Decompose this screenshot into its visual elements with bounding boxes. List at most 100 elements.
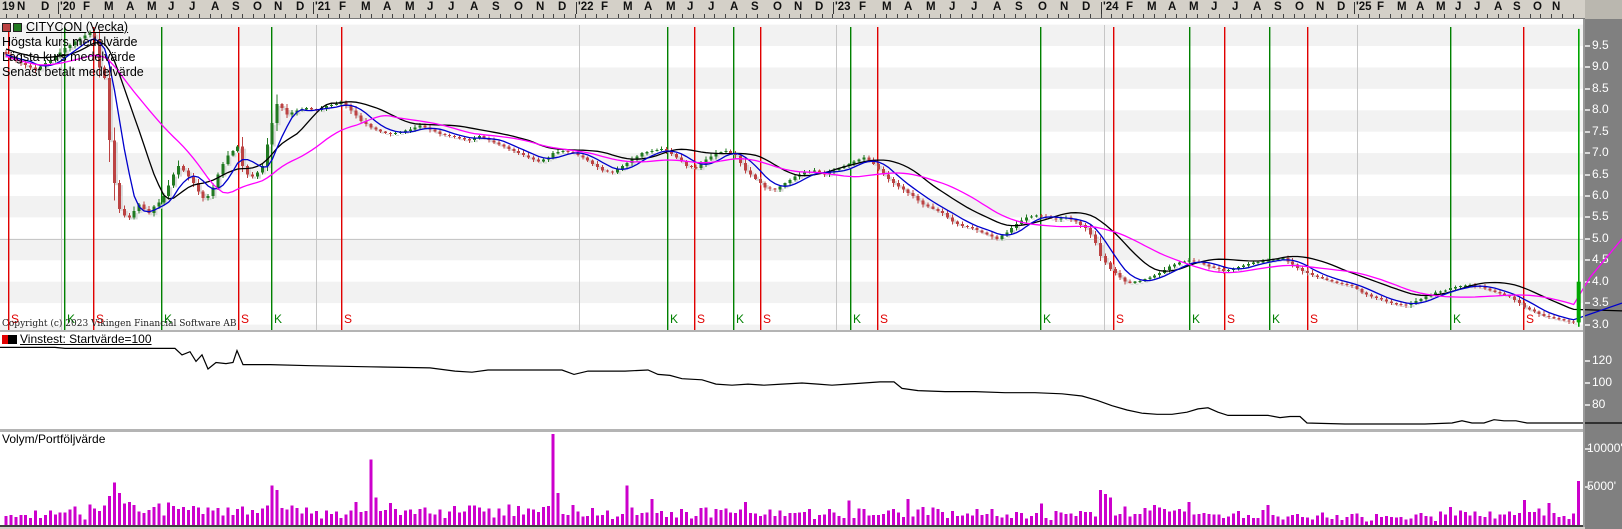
month-label: J [1232, 1, 1238, 13]
axis-tick [596, 14, 597, 18]
month-label: O [1533, 1, 1542, 13]
month-label: A [470, 1, 478, 13]
month-label: A [904, 1, 912, 13]
axis-tick [457, 14, 458, 18]
axis-tick [510, 14, 511, 18]
axis-tick [339, 14, 340, 18]
axis-tick [822, 14, 823, 18]
signal-letter: K [1272, 312, 1280, 326]
ma-legend-low: Lägsta kurs medelvärde [2, 50, 144, 65]
chart-title: CITYCON (Vecka) [26, 20, 128, 34]
axis-tick [757, 14, 758, 18]
month-label: M [104, 1, 114, 13]
month-label: M [405, 1, 415, 13]
price-panel[interactable]: SKSKSKSKSKSKSKSKSKSKS CITYCON (Vecka) Hö… [0, 19, 1583, 330]
vinstest-panel[interactable]: Vinstest: Startvärde=100 [0, 332, 1583, 429]
vinstest-chart [0, 332, 1622, 429]
axis-tick [897, 14, 898, 18]
month-label: J [1474, 1, 1480, 13]
axis-tick [124, 14, 125, 18]
month-label: J [427, 1, 433, 13]
axis-tick [1111, 14, 1112, 18]
volume-chart [0, 432, 1583, 527]
axis-tick [146, 14, 147, 18]
month-label: N [274, 1, 282, 13]
axis-tick [274, 14, 275, 18]
axis-tick [285, 14, 286, 18]
volume-panel[interactable]: Volym/Portföljvärde [0, 432, 1583, 527]
axis-tick [639, 14, 640, 18]
signal-letter: S [697, 312, 705, 326]
signal-line-sell [877, 27, 878, 330]
signal-line-sell [1113, 27, 1114, 330]
axis-tick [768, 14, 769, 18]
vinstest-line [0, 347, 1622, 424]
axis-tick [918, 14, 919, 18]
axis-tick [1197, 14, 1198, 18]
axis-tick [1219, 14, 1220, 18]
month-label: '20 [60, 1, 76, 13]
month-label: F [859, 1, 866, 13]
axis-tick [682, 14, 683, 18]
signal-line-sell [1224, 27, 1225, 330]
axis-tick [693, 14, 694, 18]
axis-tick [993, 14, 994, 18]
month-label: M [1189, 1, 1199, 13]
axis-tick [564, 14, 565, 18]
axis-tick [1272, 14, 1273, 18]
panel-separator-2[interactable] [0, 429, 1585, 432]
axis-tick [618, 14, 619, 18]
month-label: F [339, 1, 346, 13]
axis-tick [1229, 14, 1230, 18]
month-label: N [536, 1, 544, 13]
axis-tick [875, 14, 876, 18]
signal-line-buy [271, 27, 272, 330]
month-label: M [882, 1, 892, 13]
axis-tick [328, 14, 329, 18]
month-label: J [708, 1, 714, 13]
month-label: S [1513, 1, 1521, 13]
axis-tick [1240, 14, 1241, 18]
axis-tick [403, 14, 404, 18]
axis-tick [1261, 14, 1262, 18]
volume-bars [5, 434, 1581, 525]
panel-separator-1[interactable] [0, 330, 1585, 332]
axis-tick [661, 14, 662, 18]
month-label: M [623, 1, 633, 13]
axis-tick [1058, 14, 1059, 18]
axis-tick [1304, 14, 1305, 18]
axis-tick [1540, 14, 1541, 18]
axis-tick [1379, 14, 1380, 18]
axis-tick [1444, 14, 1445, 18]
year-separator-tick [1101, 2, 1102, 14]
signal-line-buy [733, 27, 734, 330]
month-label: '25 [1356, 1, 1372, 13]
axis-tick [1433, 14, 1434, 18]
price-legend: CITYCON (Vecka) Högsta kurs medelvärde L… [2, 20, 144, 80]
signal-line-sell [238, 27, 239, 330]
signal-line-sell [341, 27, 342, 330]
month-label: A [383, 1, 391, 13]
month-label: M [147, 1, 157, 13]
axis-tick [1326, 14, 1327, 18]
axis-tick [553, 14, 554, 18]
axis-tick [478, 14, 479, 18]
axis-tick [1133, 14, 1134, 18]
axis-tick [532, 14, 533, 18]
axis-tick [1015, 14, 1016, 18]
month-label: J [1455, 1, 1461, 13]
month-label: A [1416, 1, 1424, 13]
vikingen-chart-window: 19ND'20FMAMJJASOND'21FMAMJJASOND'22FMAMJ… [0, 0, 1622, 529]
axis-tick [1315, 14, 1316, 18]
axis-tick [371, 14, 372, 18]
axis-tick [961, 14, 962, 18]
axis-tick [907, 14, 908, 18]
axis-tick [950, 14, 951, 18]
axis-tick [832, 14, 833, 18]
up-candle-swatch [13, 23, 22, 32]
axis-tick [607, 14, 608, 18]
month-label: N [1552, 1, 1560, 13]
axis-tick [800, 14, 801, 18]
signal-letter: S [880, 312, 888, 326]
signal-line-buy [1450, 27, 1451, 330]
